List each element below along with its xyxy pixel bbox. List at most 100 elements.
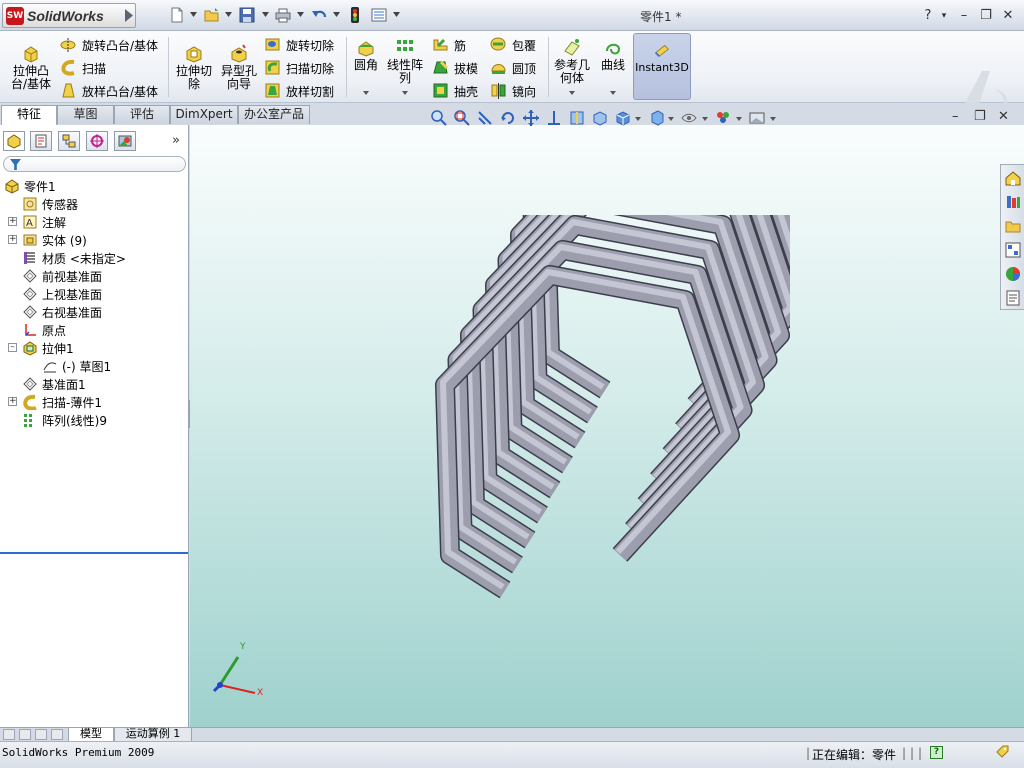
new-dropdown-icon[interactable] bbox=[190, 12, 197, 17]
save-icon[interactable] bbox=[238, 6, 256, 24]
view-palette-icon[interactable] bbox=[1004, 241, 1022, 259]
display-style-icon[interactable] bbox=[614, 109, 632, 127]
display-style-dropdown-icon[interactable] bbox=[635, 117, 641, 121]
property-manager-icon[interactable] bbox=[30, 131, 52, 151]
apply-scene-icon[interactable] bbox=[748, 109, 766, 127]
print-icon[interactable] bbox=[274, 6, 292, 24]
tree-node[interactable]: 右视基准面 bbox=[0, 303, 189, 321]
tree-node[interactable]: 阵列(线性)9 bbox=[0, 411, 189, 429]
tab-office-products[interactable]: 办公室产品 bbox=[238, 105, 310, 124]
pattern-dropdown-icon[interactable] bbox=[402, 91, 408, 95]
previous-view-icon[interactable] bbox=[476, 109, 494, 127]
tree-node[interactable]: + 扫描-薄件1 bbox=[0, 393, 189, 411]
display-manager-icon[interactable] bbox=[114, 131, 136, 151]
appearances-icon[interactable] bbox=[1004, 265, 1022, 283]
open-dropdown-icon[interactable] bbox=[225, 12, 232, 17]
tab-model[interactable]: 模型 bbox=[68, 728, 114, 742]
part-model-view[interactable] bbox=[430, 215, 790, 645]
tab-sketch[interactable]: 草图 bbox=[57, 105, 114, 124]
tab-motion-study-1[interactable]: 运动算例 1 bbox=[114, 728, 192, 742]
tree-node[interactable]: 前视基准面 bbox=[0, 267, 189, 285]
hole-wizard-button[interactable]: 异型孔 向导 bbox=[218, 43, 260, 91]
zoom-to-area-icon[interactable] bbox=[453, 109, 471, 127]
close-button[interactable]: ✕ bbox=[1000, 8, 1016, 23]
print-dropdown-icon[interactable] bbox=[297, 12, 304, 17]
extrude-cut-button[interactable]: 拉伸切 除 bbox=[172, 43, 216, 91]
tree-expander-icon[interactable]: + bbox=[8, 235, 17, 244]
tree-node[interactable]: + A 注解 bbox=[0, 213, 189, 231]
display-type-icon[interactable] bbox=[648, 109, 666, 127]
hide-show-dropdown-icon[interactable] bbox=[702, 117, 708, 121]
last-tab-button[interactable] bbox=[51, 729, 63, 740]
minimize-button[interactable]: – bbox=[956, 8, 972, 23]
fillet-dropdown-icon[interactable] bbox=[363, 91, 369, 95]
options-icon[interactable] bbox=[370, 6, 388, 24]
instant3d-toggle[interactable]: Instant3D bbox=[633, 33, 691, 100]
fillet-button[interactable]: 圆角 bbox=[350, 37, 382, 72]
pan-icon[interactable] bbox=[522, 109, 540, 127]
tree-node[interactable]: + 实体 (9) bbox=[0, 231, 189, 249]
viewport-close-button[interactable]: ✕ bbox=[998, 109, 1009, 124]
help-dropdown-icon[interactable]: ▾ bbox=[936, 11, 952, 21]
graphics-area[interactable]: Y X bbox=[190, 125, 1024, 727]
undo-dropdown-icon[interactable] bbox=[333, 12, 340, 17]
tree-node[interactable]: 传感器 bbox=[0, 195, 189, 213]
more-tabs-button[interactable]: » bbox=[172, 133, 180, 148]
curves-button[interactable]: 曲线 bbox=[596, 37, 630, 72]
viewport-minimize-button[interactable]: – bbox=[952, 109, 959, 124]
tree-expander-icon[interactable]: – bbox=[8, 343, 17, 352]
tab-dimxpert[interactable]: DimXpert bbox=[170, 105, 238, 124]
file-explorer-icon[interactable] bbox=[1004, 217, 1022, 235]
refgeom-dropdown-icon[interactable] bbox=[569, 91, 575, 95]
extrude-boss-button[interactable]: 拉伸凸 台/基体 bbox=[8, 43, 54, 91]
open-icon[interactable] bbox=[203, 6, 221, 24]
options-dropdown-icon[interactable] bbox=[393, 12, 400, 17]
custom-properties-icon[interactable] bbox=[1004, 289, 1022, 307]
tree-node[interactable]: 零件1 bbox=[0, 177, 189, 195]
tab-evaluate[interactable]: 评估 bbox=[114, 105, 170, 124]
hide-show-icon[interactable] bbox=[680, 109, 698, 127]
save-dropdown-icon[interactable] bbox=[262, 12, 269, 17]
edit-appearance-icon[interactable] bbox=[714, 109, 732, 127]
rebuild-icon[interactable] bbox=[346, 6, 364, 24]
rotate-icon[interactable] bbox=[499, 109, 517, 127]
rollback-bar[interactable] bbox=[0, 552, 188, 554]
dimxpert-manager-icon[interactable] bbox=[86, 131, 108, 151]
next-tab-button[interactable] bbox=[35, 729, 47, 740]
viewport-restore-button[interactable]: ❐ bbox=[974, 109, 986, 124]
new-icon[interactable] bbox=[168, 6, 186, 24]
tree-node[interactable]: 原点 bbox=[0, 321, 189, 339]
tags-icon[interactable] bbox=[995, 745, 1009, 759]
tree-node[interactable]: 材质 <未指定> bbox=[0, 249, 189, 267]
view-orientation-icon[interactable] bbox=[591, 109, 609, 127]
feature-manager-icon[interactable] bbox=[3, 131, 25, 151]
scene-dropdown-icon[interactable] bbox=[770, 117, 776, 121]
normal-to-icon[interactable] bbox=[545, 109, 563, 127]
tree-filter-input[interactable] bbox=[3, 156, 186, 172]
solid-bodies-icon bbox=[23, 234, 37, 246]
appearance-dropdown-icon[interactable] bbox=[736, 117, 742, 121]
reference-geometry-button[interactable]: 参考几 何体 bbox=[552, 37, 592, 85]
tree-node[interactable]: 基准面1 bbox=[0, 375, 189, 393]
undo-icon[interactable] bbox=[310, 6, 328, 24]
solidworks-menu-button[interactable]: SW SolidWorks bbox=[2, 3, 136, 28]
first-tab-button[interactable] bbox=[3, 729, 15, 740]
quick-tips-icon[interactable]: ? bbox=[930, 746, 943, 759]
curves-dropdown-icon[interactable] bbox=[610, 91, 616, 95]
tree-node[interactable]: – 拉伸1 bbox=[0, 339, 189, 357]
tree-expander-icon[interactable]: + bbox=[8, 397, 17, 406]
tree-node[interactable]: 上视基准面 bbox=[0, 285, 189, 303]
zoom-to-fit-icon[interactable] bbox=[430, 109, 448, 127]
help-button[interactable]: ? bbox=[920, 8, 936, 23]
display-type-dropdown-icon[interactable] bbox=[668, 117, 674, 121]
tree-expander-icon[interactable]: + bbox=[8, 217, 17, 226]
restore-button[interactable]: ❐ bbox=[978, 8, 994, 23]
design-library-icon[interactable] bbox=[1004, 193, 1022, 211]
prev-tab-button[interactable] bbox=[19, 729, 31, 740]
configuration-manager-icon[interactable] bbox=[58, 131, 80, 151]
section-view-icon[interactable] bbox=[568, 109, 586, 127]
linear-pattern-button[interactable]: 线性阵 列 bbox=[384, 37, 426, 85]
tab-features[interactable]: 特征 bbox=[1, 105, 57, 125]
tree-node[interactable]: (-) 草图1 bbox=[0, 357, 189, 375]
solidworks-resources-icon[interactable] bbox=[1004, 169, 1022, 187]
